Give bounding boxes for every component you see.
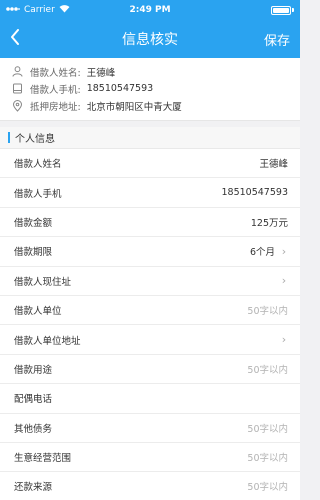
field-placeholder: 50字以内 (247, 453, 288, 465)
field-label: 其他债务 (14, 423, 53, 435)
field-other-debts[interactable]: 其他债务 50字以内 (0, 414, 300, 443)
status-bar: Carrier 2:49 PM (0, 0, 300, 20)
field-employer-address[interactable]: 借款人单位地址 › (0, 325, 300, 355)
field-label: 借款金额 (14, 217, 53, 229)
field-loan-term[interactable]: 借款期限 6个月 › (0, 237, 300, 267)
field-borrower-phone[interactable]: 借款人手机 18510547593 (0, 178, 300, 208)
borrower-summary: 借款人姓名: 王德峰 借款人手机: 18510547593 抵押房地址: 北京市… (0, 58, 300, 121)
field-value: 125万元 (250, 217, 288, 229)
phone-icon (12, 83, 26, 95)
field-value: 6个月 (249, 247, 275, 259)
page-title: 信息核实 (122, 32, 178, 48)
summary-label: 抵押房地址: (30, 101, 81, 113)
summary-label: 借款人姓名: (30, 67, 81, 79)
personal-info-list: 借款人姓名 王德峰 借款人手机 18510547593 借款金额 125万元 借… (0, 149, 300, 500)
location-pin-icon (12, 99, 26, 112)
summary-row-phone: 借款人手机: 18510547593 (12, 80, 288, 97)
chevron-right-icon: › (281, 274, 287, 288)
field-business-scope[interactable]: 生意经营范围 50字以内 (0, 443, 300, 473)
field-repayment-source[interactable]: 还款来源 50字以内 (0, 472, 300, 500)
chevron-right-icon: › (281, 333, 287, 347)
field-label: 生意经营范围 (14, 453, 72, 465)
chevron-right-icon: › (281, 244, 287, 258)
field-loan-purpose[interactable]: 借款用途 50字以内 (0, 355, 300, 385)
field-label: 借款人单位地址 (14, 335, 81, 347)
section-title: 个人信息 (15, 134, 55, 145)
back-button[interactable] (0, 20, 30, 58)
field-value: 王德峰 (259, 159, 288, 171)
field-borrower-name[interactable]: 借款人姓名 王德峰 (0, 149, 300, 179)
summary-row-name: 借款人姓名: 王德峰 (12, 63, 288, 80)
field-label: 借款人手机 (14, 188, 62, 200)
field-placeholder: 50字以内 (247, 482, 288, 494)
field-label: 借款用途 (14, 364, 53, 376)
field-value: 18510547593 (221, 187, 289, 199)
nav-bar: 信息核实 保存 (0, 20, 300, 58)
field-placeholder: 50字以内 (247, 423, 288, 435)
field-spouse-phone[interactable]: 配偶电话 (0, 384, 300, 414)
field-loan-amount[interactable]: 借款金额 125万元 (0, 208, 300, 238)
chevron-left-icon (10, 29, 20, 49)
field-employer[interactable]: 借款人单位 50字以内 (0, 296, 300, 326)
summary-row-address: 抵押房地址: 北京市朝阳区中青大厦 (12, 97, 288, 114)
field-placeholder: 50字以内 (247, 364, 288, 376)
summary-value: 北京市朝阳区中青大厦 (86, 101, 182, 113)
field-label: 还款来源 (14, 482, 53, 494)
summary-value: 王德峰 (86, 67, 116, 79)
section-accent-bar (8, 132, 10, 143)
status-time: 2:49 PM (129, 5, 171, 15)
field-label: 借款人单位 (14, 306, 62, 318)
save-button[interactable]: 保存 (264, 30, 300, 49)
field-label: 借款人姓名 (14, 159, 62, 171)
field-current-address[interactable]: 借款人现住址 › (0, 267, 300, 296)
person-icon (12, 66, 26, 78)
field-placeholder: 50字以内 (247, 306, 288, 318)
field-label: 配偶电话 (14, 394, 53, 406)
summary-value: 18510547593 (86, 83, 154, 94)
field-label: 借款期限 (14, 247, 53, 259)
field-label: 借款人现住址 (14, 276, 72, 288)
summary-label: 借款人手机: (30, 84, 81, 96)
section-header: 个人信息 (0, 127, 300, 149)
